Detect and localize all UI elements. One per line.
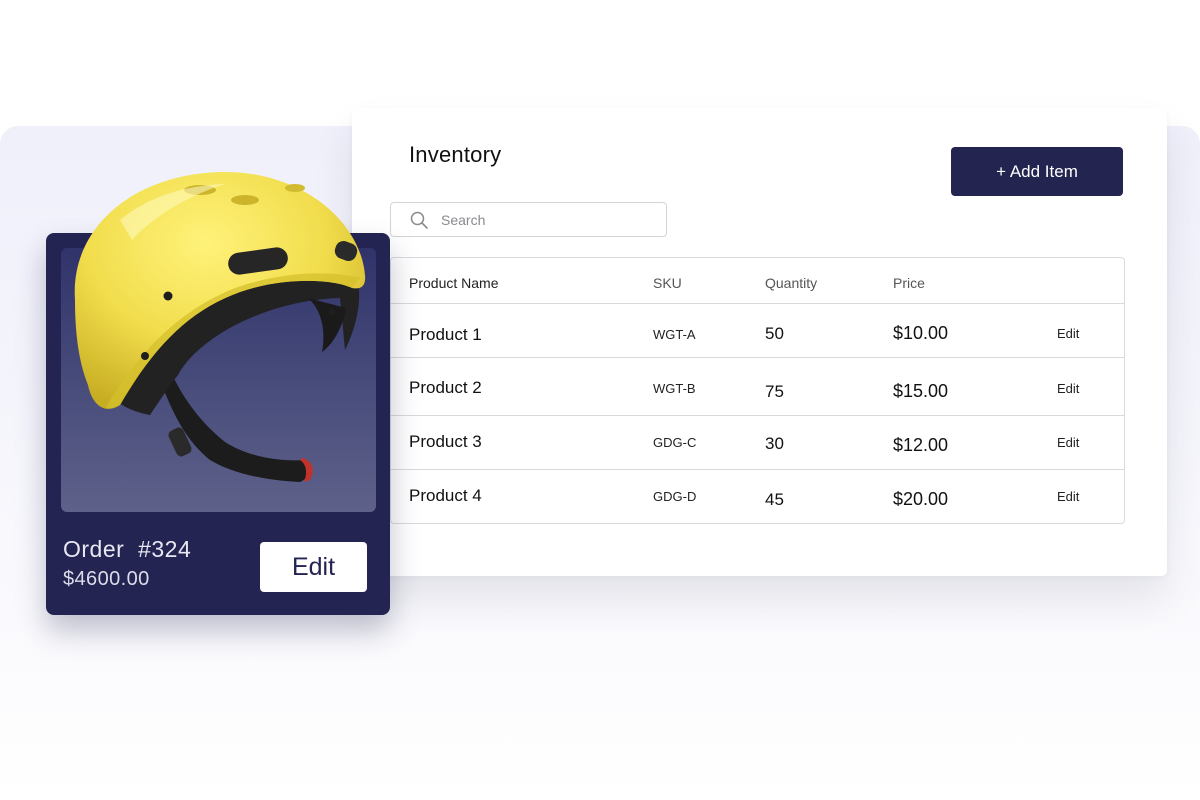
search-input[interactable] [439,210,653,229]
product-price: $15.00 [893,381,949,401]
product-quantity: 50 [765,324,784,343]
add-item-button[interactable]: + Add Item [951,147,1123,196]
product-quantity: 75 [765,382,784,401]
product-sku: WGT-B [653,381,696,396]
product-price: $20.00 [893,489,949,509]
column-header-price: Price [893,275,925,291]
inventory-table: Product Name SKU Quantity Price Product … [390,257,1125,524]
product-name: Product 2 [409,378,482,397]
inventory-panel: Inventory + Add Item Product Name SKU Qu… [352,108,1167,576]
table-row: Product 1 WGT-A 50 $10.00 Edit [391,304,1124,358]
edit-link[interactable]: Edit [1057,381,1079,396]
product-quantity: 30 [765,434,784,453]
table-row: Product 2 WGT-B 75 $15.00 Edit [391,362,1124,416]
search-icon [410,211,428,229]
order-edit-button[interactable]: Edit [260,542,367,592]
helmet-image [74,171,366,482]
product-price: $12.00 [893,435,949,455]
page-title: Inventory [409,142,502,167]
edit-link[interactable]: Edit [1057,326,1079,341]
edit-link[interactable]: Edit [1057,489,1079,504]
column-header-product-name: Product Name [409,275,499,291]
column-header-quantity: Quantity [765,275,818,291]
product-name: Product 4 [409,486,482,505]
table-row: Product 3 GDG-C 30 $12.00 Edit [391,416,1124,470]
product-quantity: 45 [765,490,784,509]
order-total: $4600.00 [63,568,150,590]
table-row: Product 4 GDG-D 45 $20.00 Edit [391,470,1124,523]
product-sku: GDG-D [653,489,697,504]
product-sku: WGT-A [653,327,696,342]
product-name: Product 3 [409,432,482,451]
search-box[interactable] [390,202,667,237]
product-price: $10.00 [893,323,949,343]
column-header-sku: SKU [653,275,682,291]
edit-link[interactable]: Edit [1057,435,1079,450]
table-header: Product Name SKU Quantity Price [391,258,1124,304]
product-name: Product 1 [409,325,482,344]
product-sku: GDG-C [653,435,697,450]
order-title: Order #324 [63,536,192,562]
